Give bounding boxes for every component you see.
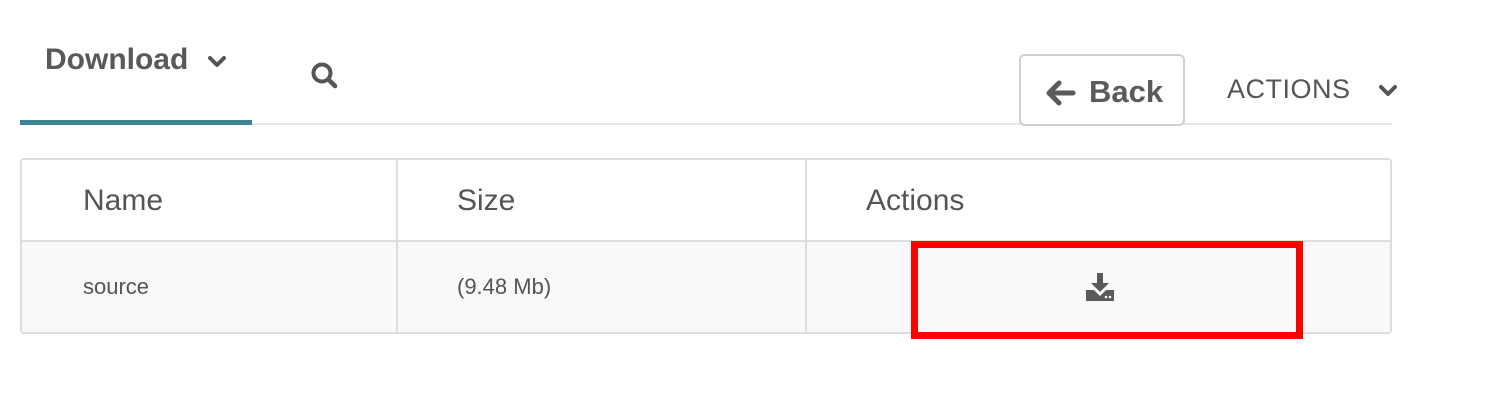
file-name-cell: source [83, 274, 150, 299]
tab-download-label: Download [45, 43, 189, 76]
actions-dropdown-label: ACTIONS [1227, 74, 1351, 104]
table-row: source (9.48 Mb) [22, 242, 1390, 332]
chevron-down-icon [1379, 85, 1397, 96]
file-download-page: Download Back ACTIONS Name Size Actions … [0, 0, 1492, 412]
back-button[interactable]: Back [1019, 54, 1185, 126]
back-button-label: Back [1089, 74, 1164, 109]
column-header-name: Name [83, 184, 164, 217]
search-icon [311, 62, 338, 89]
column-divider [396, 160, 398, 332]
actions-dropdown[interactable]: ACTIONS [1227, 72, 1402, 112]
column-divider [805, 160, 807, 332]
search-button[interactable] [310, 60, 340, 92]
download-button[interactable] [1085, 272, 1115, 302]
column-header-actions: Actions [866, 184, 965, 217]
chevron-down-icon [208, 56, 226, 67]
arrow-left-icon [1046, 80, 1076, 106]
top-bar: Download Back ACTIONS [20, 0, 1397, 126]
table-header: Name Size Actions [22, 160, 1390, 242]
download-icon [1086, 273, 1114, 301]
file-size-cell: (9.48 Mb) [457, 274, 552, 299]
files-table: Name Size Actions source (9.48 Mb) [20, 158, 1392, 334]
column-header-size: Size [457, 184, 516, 217]
tab-download[interactable]: Download [20, 0, 252, 125]
